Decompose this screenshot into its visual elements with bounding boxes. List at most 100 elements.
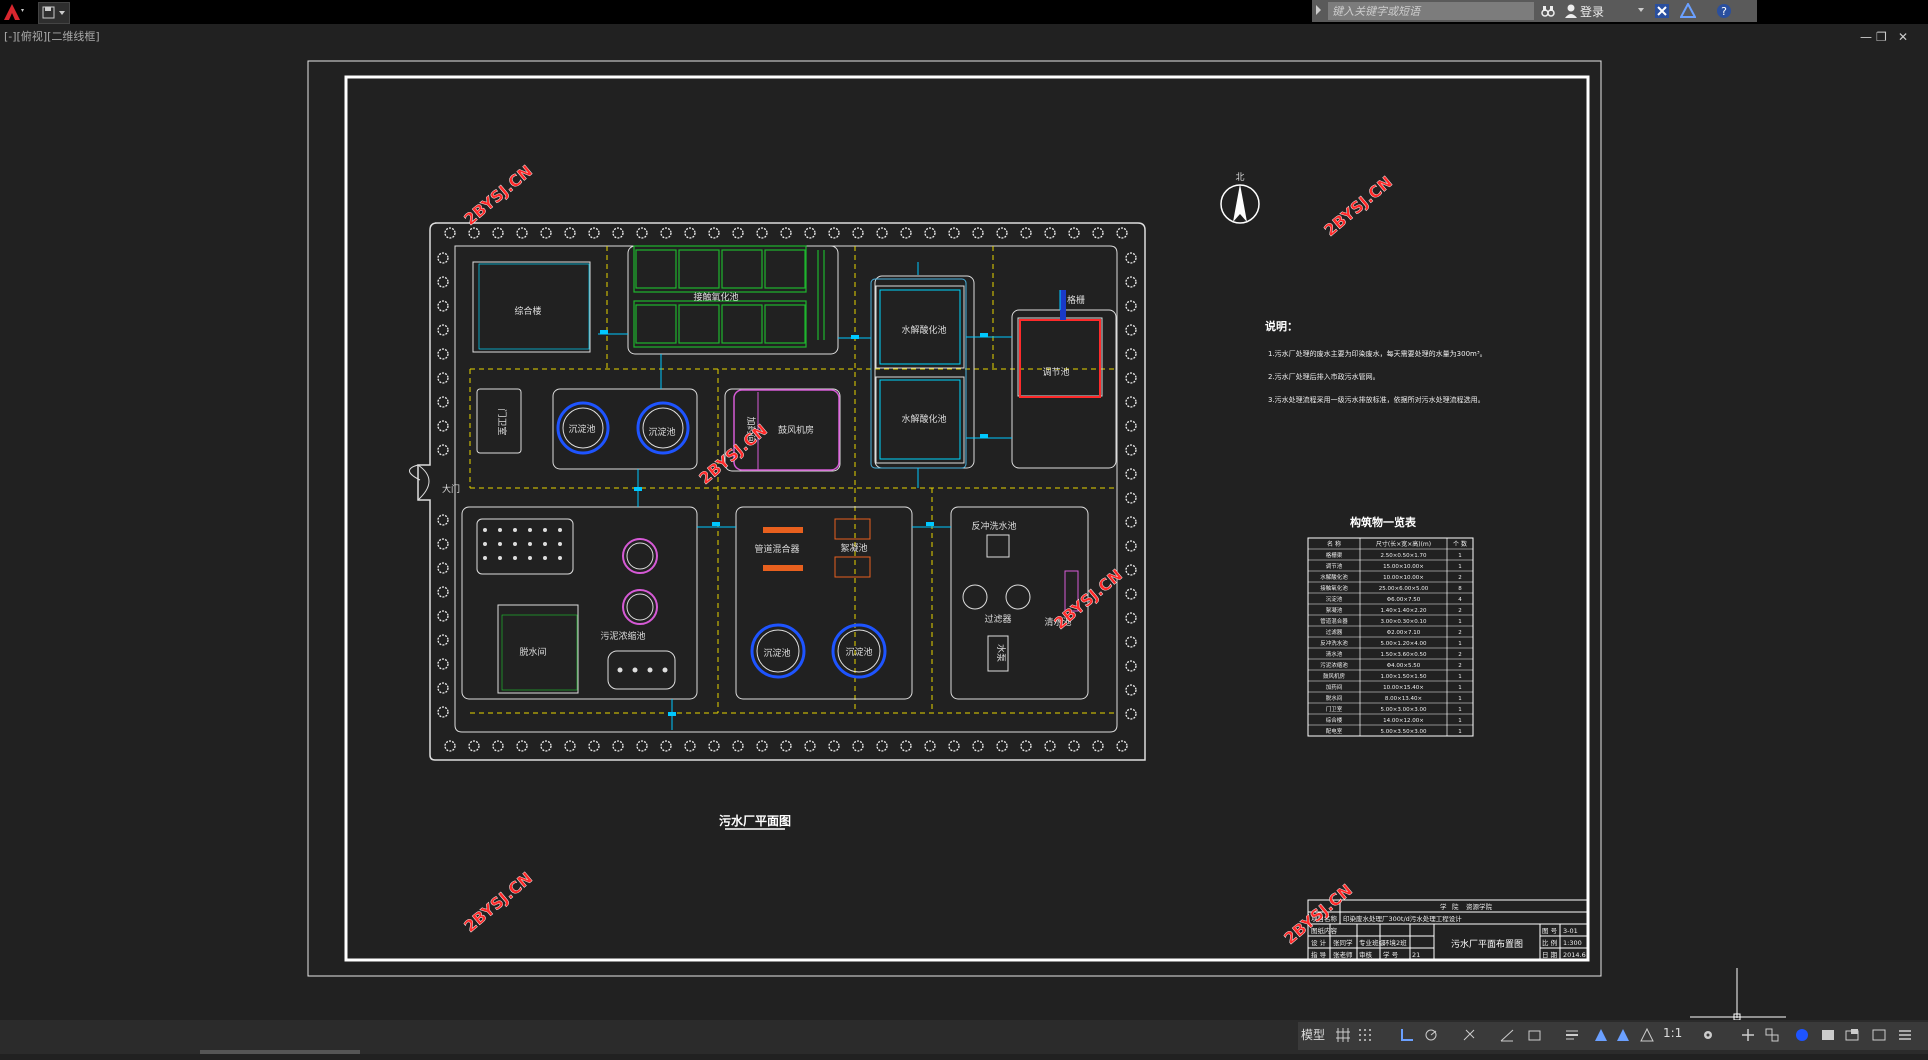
table-cell: 反冲洗水池: [1320, 639, 1348, 647]
table-cell: 1: [1458, 619, 1462, 625]
table-cell: 8.00×13.40×: [1385, 696, 1422, 702]
table-title: 构筑物一览表: [1350, 515, 1417, 529]
drawing-title: 污水厂平面图: [719, 813, 791, 828]
label-shuibeng: 水泵: [995, 644, 1007, 662]
watermark-2: 2BYSJ.CN: [1320, 172, 1396, 240]
table-cell: 1: [1458, 553, 1462, 559]
isolate-icon[interactable]: [1795, 1028, 1809, 1042]
table-cell: Φ2.00×7.10: [1387, 630, 1421, 636]
tb-drawno-label: 图 号: [1542, 927, 1558, 935]
table-cell: 1.50×3.60×0.50: [1381, 652, 1427, 658]
table-cell: 1: [1458, 696, 1462, 702]
lineweight-icon[interactable]: [1565, 1028, 1579, 1042]
table-cell: 1: [1458, 729, 1462, 735]
settings-icon[interactable]: [1701, 1028, 1715, 1042]
plus-icon[interactable]: [1741, 1028, 1755, 1042]
label-zonghelou: 综合楼: [514, 305, 541, 317]
tb-project: 印染废水处理厂300t/d污水处理工程设计: [1343, 914, 1462, 923]
label-chendian-3: 沉淀池: [763, 647, 790, 659]
tb-school: 资源学院: [1466, 902, 1493, 911]
table-cell: 2: [1458, 630, 1462, 636]
table-cell: 沉淀池: [1326, 595, 1343, 603]
table-cell: 1: [1458, 641, 1462, 647]
label-chendian-1: 沉淀池: [568, 423, 595, 435]
otrack-icon[interactable]: [1500, 1028, 1514, 1042]
layout-tab-scroll[interactable]: [200, 1050, 360, 1054]
table-cell: 清水池: [1326, 650, 1343, 658]
annotation-autoscale-icon[interactable]: [1616, 1028, 1630, 1042]
hardware-accel-icon[interactable]: [1821, 1028, 1835, 1042]
customize-menu-icon[interactable]: [1898, 1028, 1912, 1042]
building-sludge-group: [461, 506, 698, 700]
label-guolvqi: 过滤器: [984, 613, 1011, 625]
component-table: 名 称 尺寸(长×宽×高)(m) 个 数格栅渠 2.50×0.50×1.70 1 调节池 1…: [1307, 537, 1474, 737]
osnap-icon[interactable]: [1462, 1028, 1476, 1042]
table-cell: Φ6.00×7.50: [1387, 597, 1421, 603]
label-gufengjifang: 鼓风机房: [778, 424, 814, 436]
tb-school-label: 学: [1440, 902, 1447, 911]
table-header: 个 数: [1453, 540, 1467, 548]
roads: [469, 246, 1115, 714]
table-cell: 综合楼: [1326, 716, 1343, 724]
tb-stu-no: 21: [1412, 951, 1420, 959]
workspace-icon[interactable]: [1765, 1028, 1779, 1042]
table-cell: 鼓风机房: [1323, 672, 1346, 680]
label-chendian-2: 沉淀池: [648, 426, 675, 438]
annotation-visibility-icon[interactable]: [1640, 1028, 1654, 1042]
table-cell: 1: [1458, 718, 1462, 724]
label-guandaohunhe: 管道混合器: [754, 543, 799, 555]
label-tuoshuijian: 脱水间: [519, 646, 546, 658]
table-cell: 接触氧化池: [1320, 584, 1348, 592]
watermark-1: 2BYSJ.CN: [460, 161, 536, 229]
table-cell: 2: [1458, 608, 1462, 614]
title-block: 学 院 资源学院 项目名称 印染废水处理厂300t/d污水处理工程设计 图纸内容…: [1307, 899, 1588, 961]
table-cell: Φ4.00×5.50: [1387, 663, 1421, 669]
trees: [437, 227, 1137, 752]
polar-icon[interactable]: [1424, 1028, 1438, 1042]
table-cell: 10.00×15.40×: [1383, 685, 1424, 691]
label-geshan: 格栅: [1067, 294, 1085, 306]
fullscreen-icon[interactable]: [1872, 1028, 1886, 1042]
note-3: 3.污水处理流程采用一级污水排放标准，依据所对污水处理流程选用。: [1268, 395, 1485, 404]
model-space-button[interactable]: 模型: [1301, 1026, 1325, 1043]
table-cell: 1.00×1.50×1.50: [1381, 674, 1427, 680]
label-menwei: 门卫室: [496, 408, 508, 435]
notes: 说明： 1.污水厂处理的废水主要为印染废水，每天需要处理的水量为300m³。 2…: [1265, 319, 1487, 404]
table-cell: 配电室: [1326, 727, 1343, 735]
table-cell: 1: [1458, 685, 1462, 691]
table-cell: 15.00×10.00×: [1383, 564, 1424, 570]
north-label: 北: [1235, 172, 1244, 183]
table-cell: 1: [1458, 564, 1462, 570]
building-shuijie-group: [874, 275, 975, 469]
table-cell: 8: [1458, 586, 1462, 592]
table-cell: 加药间: [1326, 683, 1343, 691]
table-cell: 管道混合器: [1320, 617, 1348, 625]
annotation-icon[interactable]: [1594, 1028, 1608, 1042]
dynamic-ucs-icon[interactable]: [1528, 1028, 1542, 1042]
tb-stu-no-label: 学 号: [1383, 950, 1399, 959]
label-fanchongxi: 反冲洗水池: [971, 520, 1016, 532]
tb-school-label2: 院: [1452, 902, 1459, 911]
watermark-5: 2BYSJ.CN: [460, 868, 536, 936]
snap-icon[interactable]: [1358, 1028, 1372, 1042]
site-boundary: [409, 222, 1146, 761]
ortho-icon[interactable]: [1400, 1028, 1414, 1042]
pipe-tags: [600, 330, 988, 716]
annotation-scale[interactable]: 1:1: [1663, 1026, 1682, 1040]
label-damen: 大门: [442, 483, 460, 495]
tb-scale: 1:300: [1563, 939, 1582, 947]
table-cell: 门卫室: [1326, 705, 1343, 713]
clean-screen-icon[interactable]: [1845, 1028, 1859, 1042]
tb-sheet-title: 污水厂平面布置图: [1451, 938, 1523, 950]
table-cell: 3.00×0.30×0.10: [1381, 619, 1427, 625]
grid-icon[interactable]: [1336, 1028, 1350, 1042]
drawing-canvas[interactable]: 综合楼 接触氧化池 水解酸化池 水解酸化池 调节池 格栅 沉淀池 沉淀池 鼓风机…: [0, 0, 1928, 1020]
label-wuninongsuo: 污泥浓缩池: [600, 630, 645, 642]
table-cell: 水解酸化池: [1320, 573, 1348, 581]
table-cell: 格栅渠: [1326, 551, 1343, 559]
table-cell: 2.50×0.50×1.70: [1381, 553, 1427, 559]
table-cell: 4: [1458, 597, 1462, 603]
tb-designer: 张同学: [1333, 938, 1353, 947]
table-cell: 2: [1458, 575, 1462, 581]
label-xuningchi: 絮凝池: [840, 542, 867, 554]
